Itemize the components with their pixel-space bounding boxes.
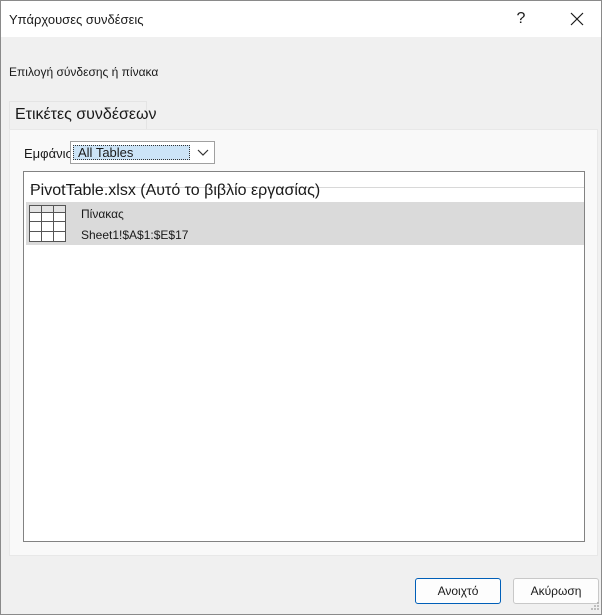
- list-item[interactable]: Πίνακας Sheet1!$A$1:$E$17: [26, 202, 584, 245]
- group-header: PivotTable.xlsx (Αυτό το βιβλίο εργασίας…: [30, 182, 321, 199]
- dialog-subtitle: Επιλογή σύνδεσης ή πίνακα: [9, 65, 159, 79]
- tab-connection-labels-label: Ετικέτες συνδέσεων: [15, 106, 157, 123]
- help-button[interactable]: ?: [501, 3, 541, 35]
- connections-list[interactable]: PivotTable.xlsx (Αυτό το βιβλίο εργασίας…: [23, 171, 585, 542]
- table-icon: [29, 205, 66, 242]
- chevron-down-icon[interactable]: [194, 144, 212, 161]
- close-button[interactable]: [557, 3, 597, 35]
- item-name: Πίνακας: [81, 207, 124, 221]
- dialog-title: Υπάρχουσες συνδέσεις: [9, 12, 144, 27]
- open-button[interactable]: Ανοιχτό: [415, 578, 501, 604]
- cancel-button[interactable]: Ακύρωση: [513, 578, 599, 604]
- show-filter-dropdown[interactable]: All Tables: [70, 141, 215, 164]
- dialog-window: Υπάρχουσες συνδέσεις ? Επιλογή σύνδεσης …: [0, 0, 602, 615]
- show-filter-value: All Tables: [73, 145, 190, 160]
- item-range: Sheet1!$A$1:$E$17: [81, 228, 189, 242]
- title-bar: Υπάρχουσες συνδέσεις ?: [1, 1, 601, 37]
- close-icon: [570, 12, 584, 26]
- resize-grip-icon[interactable]: [590, 601, 600, 611]
